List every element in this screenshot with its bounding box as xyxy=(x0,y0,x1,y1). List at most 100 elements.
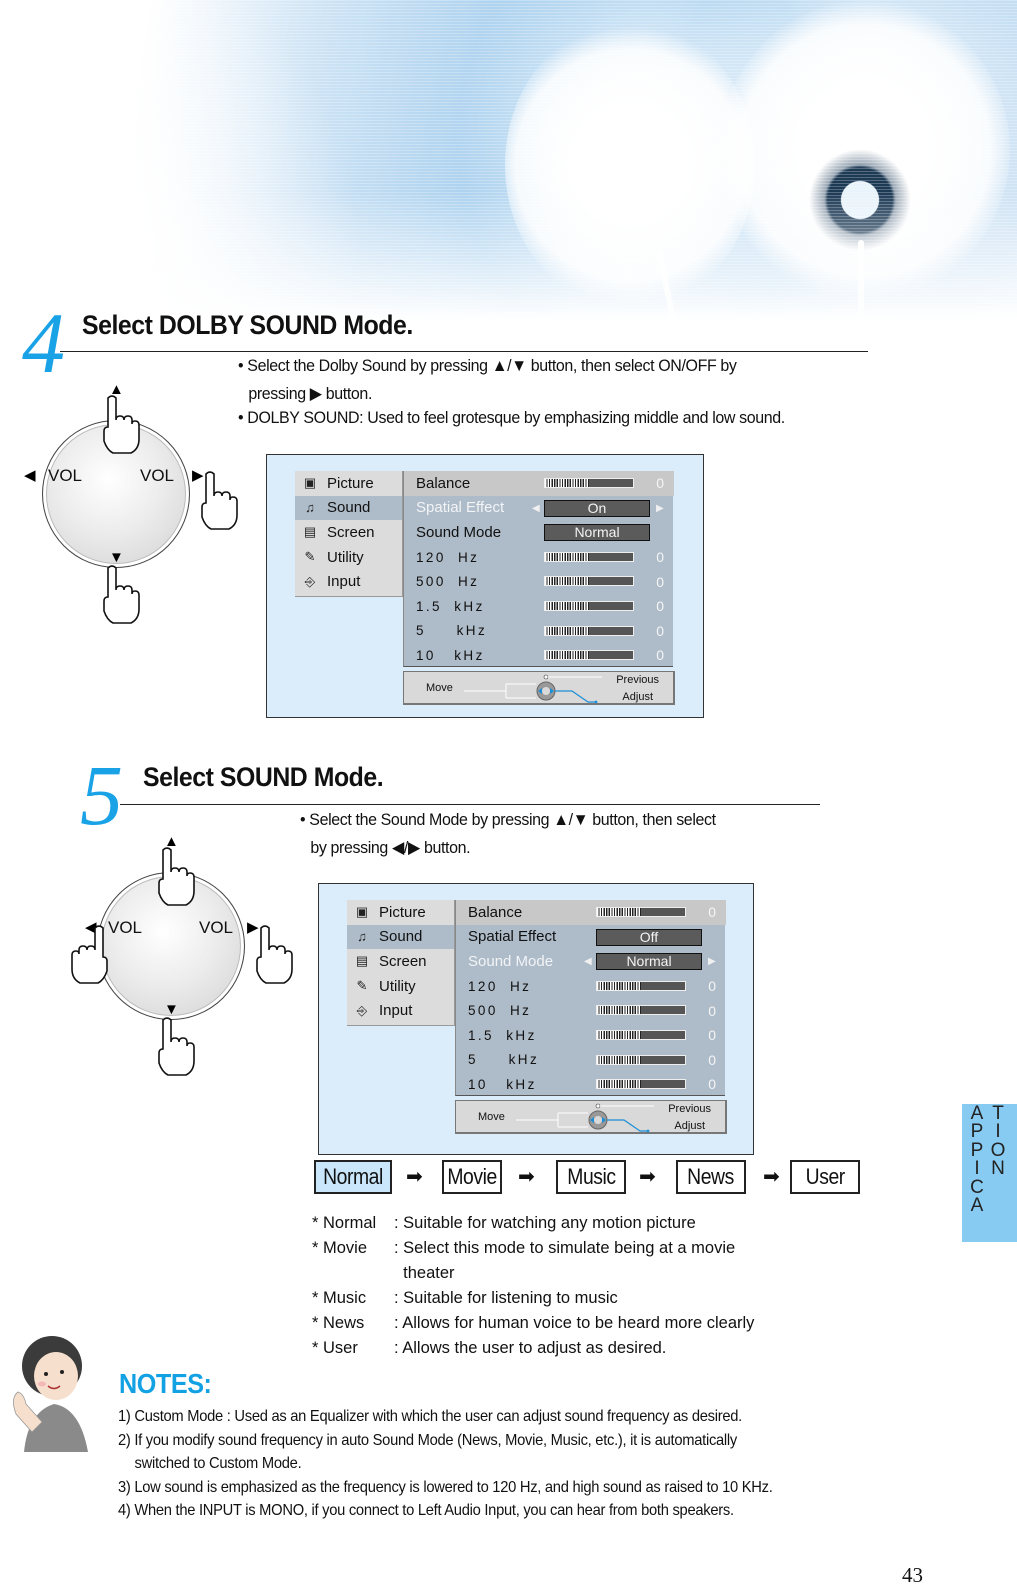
osd-level-fill xyxy=(597,1055,641,1064)
osd-level-value: 0 xyxy=(656,622,664,639)
osd-level-fill xyxy=(597,1006,641,1015)
osd-setting-label: 500 Hz xyxy=(416,574,480,590)
definition-row: * Music: Suitable for listening to music xyxy=(312,1286,794,1311)
option-right-arrow-icon[interactable]: ▶ xyxy=(708,956,716,967)
sound-mode-movie[interactable]: Movie xyxy=(442,1160,502,1194)
down-arrow-icon: ▼ xyxy=(109,549,124,566)
osd-setting-row[interactable]: Sound Mode Normal ◀ ▶ xyxy=(456,949,726,974)
osd-setting-row[interactable]: Spatial Effect Off xyxy=(456,925,726,950)
chapter-tab-letter: N xyxy=(991,1158,1005,1180)
osd-help-footer: Move Previous Adjust xyxy=(455,1100,727,1134)
sound-icon: ♫ xyxy=(305,500,315,516)
osd-level-slider[interactable] xyxy=(544,601,634,611)
osd-setting-label: 120 Hz xyxy=(468,978,532,994)
osd-level-slider[interactable] xyxy=(596,980,686,991)
note-item: 3) Low sound is emphasized as the freque… xyxy=(118,1478,773,1496)
osd-level-slider[interactable] xyxy=(596,907,686,917)
sound-mode-normal[interactable]: Normal xyxy=(314,1160,392,1194)
osd-level-fill xyxy=(545,626,589,635)
osd-menu-item-sound[interactable]: ♫ Sound xyxy=(347,924,454,950)
osd-setting-row[interactable]: 500 Hz 0 xyxy=(456,998,726,1023)
osd-category-menu: ▣ Picture ♫ Sound ▤ Screen ✎ Utility ⎆ Input xyxy=(347,900,455,1026)
osd-level-slider[interactable] xyxy=(544,478,634,488)
option-right-arrow-icon[interactable]: ▶ xyxy=(656,503,664,514)
osd-level-slider[interactable] xyxy=(596,1079,686,1090)
picture-icon: ▣ xyxy=(303,475,317,491)
step-instructions: • Select the Sound Mode by pressing ▲/▼ … xyxy=(300,806,716,862)
osd-setting-row[interactable]: 1.5 kHz 0 xyxy=(456,1023,726,1048)
osd-menu-item-utility[interactable]: ✎ Utility xyxy=(347,974,454,999)
osd-menu-item-screen[interactable]: ▤ Screen xyxy=(295,520,402,545)
osd-setting-row[interactable]: 5 kHz 0 xyxy=(404,619,674,644)
osd-level-value: 0 xyxy=(708,1027,716,1044)
osd-menu-item-input[interactable]: ⎆ Input xyxy=(347,998,454,1023)
vol-right-label: VOL xyxy=(140,466,175,485)
osd-setting-row[interactable]: 10 kHz 0 xyxy=(404,643,674,668)
instruction-line: • Select the Dolby Sound by pressing ▲/▼… xyxy=(238,356,737,375)
osd-sound-menu-screenshot: ▣ Picture ♫ Sound ▤ Screen ✎ Utility ⎆ Input Balan… xyxy=(318,883,754,1155)
osd-setting-row[interactable]: 10 kHz 0 xyxy=(456,1072,726,1097)
osd-level-value: 0 xyxy=(656,573,664,590)
osd-level-slider[interactable] xyxy=(544,551,634,562)
definition-term: * User xyxy=(312,1339,358,1357)
header-banner-image xyxy=(0,0,1017,320)
right-arrow-icon: ➡ xyxy=(763,1166,780,1188)
definition-description: : Suitable for listening to music xyxy=(394,1289,618,1307)
osd-setting-row[interactable]: 5 kHz 0 xyxy=(456,1048,726,1073)
screen-icon: ▤ xyxy=(355,953,369,969)
remote-dial-diagram: ▲ ▼ ◀ ▶ VOL VOL xyxy=(55,832,355,1102)
osd-level-slider[interactable] xyxy=(544,650,634,661)
osd-level-slider[interactable] xyxy=(596,1054,686,1065)
osd-menu-item-screen[interactable]: ▤ Screen xyxy=(347,949,454,974)
osd-level-slider[interactable] xyxy=(596,1005,686,1016)
osd-menu-item-sound[interactable]: ♫ Sound xyxy=(295,495,402,521)
osd-level-fill xyxy=(545,479,589,487)
osd-menu-label: Utility xyxy=(327,548,364,566)
option-left-arrow-icon[interactable]: ◀ xyxy=(584,956,592,967)
osd-menu-item-picture[interactable]: ▣ Picture xyxy=(347,900,454,925)
osd-setting-row[interactable]: 1.5 kHz 0 xyxy=(404,594,674,619)
osd-setting-row[interactable]: Balance 0 xyxy=(404,471,674,496)
note-item: 2) If you modify sound frequency in auto… xyxy=(118,1431,738,1449)
osd-setting-row[interactable]: 120 Hz 0 xyxy=(456,974,726,999)
osd-option-selector[interactable]: Off xyxy=(596,928,702,946)
osd-menu-item-utility[interactable]: ✎ Utility xyxy=(295,545,402,570)
osd-setting-row[interactable]: 120 Hz 0 xyxy=(404,545,674,570)
chapter-tab-application: APPICA TION xyxy=(962,1104,1017,1242)
help-move-label: Move xyxy=(478,1111,505,1123)
osd-level-slider[interactable] xyxy=(544,625,634,636)
definition-row: * Normal: Suitable for watching any moti… xyxy=(312,1211,794,1236)
osd-setting-row[interactable]: 500 Hz 0 xyxy=(404,569,674,594)
notes-title: NOTES: xyxy=(119,1368,212,1399)
notes-list: 1) Custom Mode : Used as an Equalizer wi… xyxy=(118,1405,891,1523)
osd-setting-row[interactable]: Balance 0 xyxy=(456,900,726,925)
definition-row: * News: Allows for human voice to be hea… xyxy=(312,1311,794,1336)
osd-level-slider[interactable] xyxy=(544,576,634,587)
picture-icon: ▣ xyxy=(355,904,369,920)
osd-setting-row[interactable]: Sound Mode Normal xyxy=(404,520,674,545)
sound-mode-label: Music xyxy=(566,1164,616,1189)
osd-setting-label: 5 kHz xyxy=(416,623,488,639)
osd-setting-label: Balance xyxy=(468,903,523,921)
osd-level-value: 0 xyxy=(656,647,664,664)
chapter-tab-letter: I xyxy=(974,1158,980,1180)
note-item: 1) Custom Mode : Used as an Equalizer wi… xyxy=(118,1408,742,1425)
osd-option-selector[interactable]: On xyxy=(544,499,650,517)
osd-option-selector[interactable]: Normal xyxy=(544,524,650,542)
osd-settings-panel: Balance 0 Spatial Effect Off Sound Mode Norma… xyxy=(455,900,726,1097)
osd-level-slider[interactable] xyxy=(596,1030,686,1040)
osd-setting-row[interactable]: Spatial Effect On ◀ ▶ xyxy=(404,496,674,521)
vol-left-label: VOL xyxy=(48,466,83,485)
instruction-line: • DOLBY SOUND: Used to feel grotesque by… xyxy=(238,408,785,427)
option-left-arrow-icon[interactable]: ◀ xyxy=(532,503,540,514)
sound-mode-user[interactable]: User xyxy=(790,1160,860,1194)
osd-menu-item-input[interactable]: ⎆ Input xyxy=(295,569,402,594)
osd-menu-item-picture[interactable]: ▣ Picture xyxy=(295,471,402,496)
osd-option-selector[interactable]: Normal xyxy=(596,953,702,971)
osd-category-menu: ▣ Picture ♫ Sound ▤ Screen ✎ Utility ⎆ Input xyxy=(295,471,403,597)
sound-mode-news[interactable]: News xyxy=(676,1160,746,1194)
definition-row: * Movie: Select this mode to simulate be… xyxy=(312,1236,794,1261)
definition-description: : Allows for human voice to be heard mor… xyxy=(394,1314,755,1332)
down-arrow-icon: ▼ xyxy=(164,1001,179,1018)
sound-mode-music[interactable]: Music xyxy=(556,1160,626,1194)
